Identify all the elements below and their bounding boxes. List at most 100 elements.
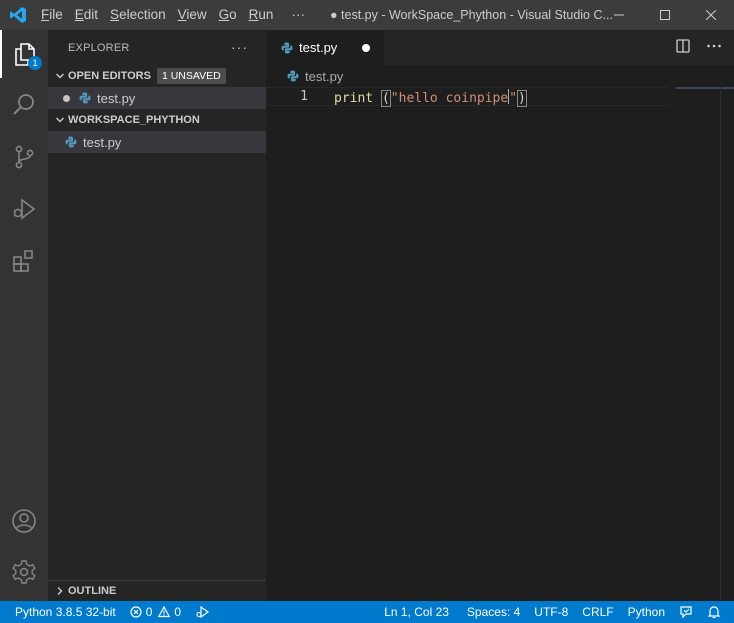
- python-file-icon: [78, 91, 92, 105]
- menu-go[interactable]: Go: [213, 0, 243, 30]
- menu-selection-label: election: [119, 7, 166, 22]
- editor-actions: [676, 30, 722, 65]
- breadcrumb-file[interactable]: test.py: [305, 69, 343, 84]
- explorer-sidebar: EXPLORER ··· OPEN EDITORS 1 UNSAVED test…: [48, 30, 266, 601]
- search-icon: [13, 94, 34, 115]
- vertical-scrollbar[interactable]: [720, 87, 734, 601]
- chevron-right-icon: [52, 586, 68, 596]
- explorer-badge: 1: [28, 56, 42, 70]
- file-encoding[interactable]: UTF-8: [527, 601, 575, 623]
- python-file-icon: [280, 41, 294, 55]
- notifications-button[interactable]: [700, 601, 728, 623]
- run-debug-icon: [196, 605, 210, 619]
- bell-icon: [707, 606, 721, 619]
- maximize-button[interactable]: [642, 0, 688, 30]
- problems-indicator[interactable]: 0 0: [123, 601, 188, 623]
- maximize-icon: [660, 10, 670, 20]
- code-line[interactable]: 1 print ("hello coinpipe"): [266, 87, 668, 107]
- python-file-icon: [286, 69, 300, 83]
- end-of-line[interactable]: CRLF: [575, 601, 620, 623]
- status-bar-right: Ln 1, Col 23 Spaces: 4 UTF-8 CRLF Python: [377, 601, 728, 623]
- indentation[interactable]: Spaces: 4: [460, 601, 527, 623]
- editor-more-button[interactable]: [706, 39, 722, 56]
- window-controls: [596, 0, 734, 30]
- outline-label: OUTLINE: [68, 585, 117, 597]
- code-text[interactable]: print ("hello coinpipe"): [334, 89, 527, 107]
- close-window-button[interactable]: [688, 0, 734, 30]
- status-bar: Python 3.8.5 32-bit 0 0 Ln 1, Col 23 Spa…: [0, 601, 734, 623]
- string-end-token: ": [509, 91, 518, 106]
- python-interpreter[interactable]: Python 3.8.5 32-bit: [0, 601, 123, 623]
- unsaved-dot-icon[interactable]: [362, 44, 370, 52]
- menu-go-mnemonic: G: [218, 7, 230, 22]
- unsaved-dot-icon[interactable]: [63, 94, 70, 102]
- menu-edit-mnemonic: E: [74, 7, 84, 22]
- menu-file-label: ile: [49, 7, 63, 22]
- title-bar: File Edit Selection View Go Run ··· ● te…: [0, 0, 734, 30]
- extensions-icon: [13, 250, 33, 272]
- vscode-logo-icon[interactable]: [0, 0, 35, 30]
- menu-file-mnemonic: F: [41, 7, 50, 22]
- run-debug-icon: [13, 198, 36, 220]
- activity-search[interactable]: [0, 81, 48, 129]
- close-icon: [706, 10, 716, 20]
- menu-selection[interactable]: Selection: [104, 0, 172, 30]
- workspace-label: WORKSPACE_PHYTHON: [68, 114, 200, 126]
- unsaved-badge: 1 UNSAVED: [156, 68, 226, 84]
- source-control-icon: [15, 145, 34, 169]
- activity-extensions[interactable]: [0, 237, 48, 285]
- menu-edit-label: dit: [83, 7, 99, 22]
- close-paren-token: ): [517, 90, 527, 107]
- menu-go-label: o: [229, 7, 237, 22]
- menu-run-label: un: [258, 7, 274, 22]
- language-mode[interactable]: Python: [621, 601, 672, 623]
- tab-label: test.py: [299, 40, 338, 55]
- open-editor-filename: test.py: [97, 90, 136, 106]
- activity-bar: 1: [0, 30, 48, 601]
- breadcrumb: test.py: [266, 65, 734, 87]
- explorer-more-button[interactable]: ···: [231, 39, 248, 55]
- activity-accounts[interactable]: [0, 497, 48, 545]
- cursor-position[interactable]: Ln 1, Col 23: [377, 601, 456, 623]
- warning-count: 0: [174, 605, 182, 619]
- menu-selection-mnemonic: S: [110, 7, 120, 22]
- split-editor-button[interactable]: [676, 39, 690, 56]
- minimize-icon: [614, 14, 624, 16]
- gear-icon: [12, 560, 36, 584]
- python-file-icon: [64, 135, 78, 149]
- run-python-button[interactable]: [188, 601, 216, 623]
- open-editors-label: OPEN EDITORS: [68, 70, 151, 82]
- feedback-icon: [680, 606, 692, 619]
- string-token: "hello coinpipe: [390, 91, 509, 106]
- activity-run-debug[interactable]: [0, 185, 48, 233]
- activity-source-control[interactable]: [0, 133, 48, 181]
- activity-manage[interactable]: [0, 548, 48, 596]
- feedback-button[interactable]: [672, 601, 700, 623]
- editor-tabs: test.py: [266, 30, 734, 65]
- menu-file[interactable]: File: [35, 0, 69, 30]
- workspace-file-item[interactable]: test.py: [48, 131, 266, 153]
- menu-run[interactable]: Run: [243, 0, 280, 30]
- open-editors-section[interactable]: OPEN EDITORS 1 UNSAVED: [48, 65, 266, 87]
- menu-view-label: iew: [186, 7, 207, 22]
- activity-explorer[interactable]: 1: [0, 30, 48, 78]
- window-title: ● test.py - WorkSpace_Phython - Visual S…: [330, 8, 613, 22]
- account-icon: [12, 509, 36, 533]
- workspace-section[interactable]: WORKSPACE_PHYTHON: [48, 109, 266, 131]
- menu-edit[interactable]: Edit: [69, 0, 104, 30]
- open-editor-item[interactable]: test.py: [48, 87, 266, 109]
- menu-bar: File Edit Selection View Go Run ···: [35, 0, 311, 30]
- minimize-button[interactable]: [596, 0, 642, 30]
- tab-test-py[interactable]: test.py: [266, 30, 384, 65]
- code-editor[interactable]: 1 print ("hello coinpipe"): [266, 87, 734, 601]
- chevron-down-icon: [52, 71, 68, 81]
- error-count: 0: [145, 605, 153, 619]
- menu-run-mnemonic: R: [248, 7, 259, 22]
- outline-section[interactable]: OUTLINE: [48, 580, 266, 601]
- open-paren-token: (: [380, 90, 391, 107]
- line-number: 1: [300, 89, 308, 104]
- code-function-token: print: [334, 91, 381, 106]
- menu-view[interactable]: View: [172, 0, 213, 30]
- workspace-filename: test.py: [83, 134, 122, 150]
- menu-more[interactable]: ···: [285, 0, 311, 30]
